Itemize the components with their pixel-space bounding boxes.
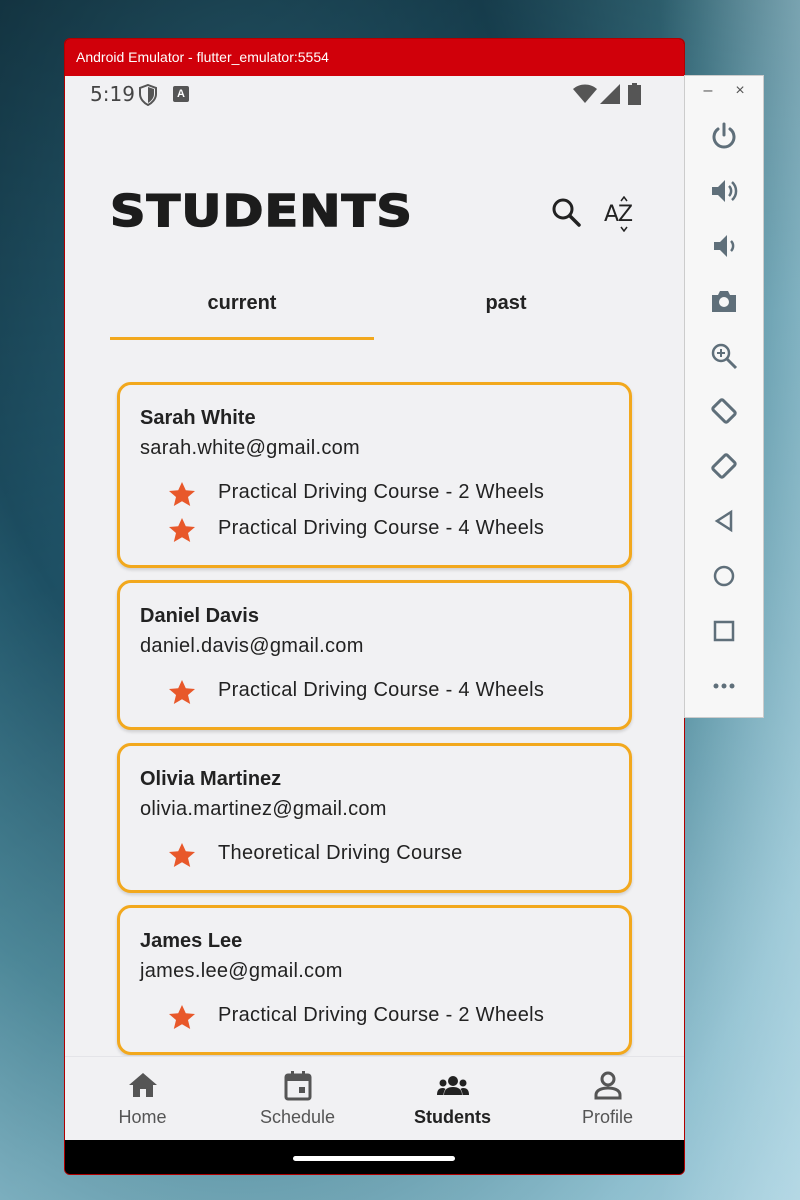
sort-arrow-icon	[620, 196, 628, 232]
more-icon[interactable]	[709, 671, 739, 701]
sort-button[interactable]: AZ	[602, 196, 638, 232]
toolbar-window-controls: – ×	[685, 76, 763, 112]
camera-icon[interactable]	[709, 286, 739, 316]
gesture-handle[interactable]	[293, 1156, 455, 1161]
power-icon[interactable]	[709, 121, 739, 151]
nav-students-label: Students	[413, 1107, 491, 1127]
nav-profile-label: Profile	[581, 1107, 634, 1127]
student-email: sarah.white@gmail.com	[140, 437, 361, 459]
star-icon	[169, 843, 195, 867]
tab-past[interactable]: past	[374, 281, 638, 339]
student-name: Olivia Martinez	[140, 768, 282, 790]
student-email: olivia.martinez@gmail.com	[140, 798, 387, 820]
wifi-icon	[573, 84, 597, 103]
star-icon	[169, 1005, 195, 1029]
close-button[interactable]: ×	[733, 82, 747, 102]
nav-profile[interactable]: Profile	[530, 1057, 684, 1140]
nav-students[interactable]: Students	[375, 1057, 530, 1140]
tab-indicator	[110, 337, 374, 340]
tab-current[interactable]: current	[110, 281, 374, 339]
zoom-icon[interactable]	[709, 341, 739, 371]
star-icon	[169, 518, 195, 542]
student-name: Sarah White	[140, 407, 256, 429]
star-icon	[169, 482, 195, 506]
nav-home-label: Home	[118, 1107, 167, 1127]
star-icon	[169, 680, 195, 704]
tab-bar: current past	[110, 281, 638, 340]
emulator-toolbar: – ×	[684, 75, 764, 718]
student-email: daniel.davis@gmail.com	[140, 635, 364, 657]
course-label: Theoretical Driving Course	[218, 842, 463, 864]
student-name: Daniel Davis	[140, 605, 259, 627]
battery-icon	[628, 83, 641, 105]
emulator-window: Android Emulator - flutter_emulator:5554…	[64, 38, 685, 1175]
nav-schedule[interactable]: Schedule	[220, 1057, 375, 1140]
student-card[interactable]: Sarah White sarah.white@gmail.com Practi…	[117, 382, 632, 568]
status-time: 5:19	[90, 82, 135, 106]
bottom-nav: Home Schedule Students Profile	[65, 1056, 684, 1140]
signal-icon	[600, 84, 620, 104]
group-icon	[437, 1076, 469, 1095]
student-list[interactable]: Sarah White sarah.white@gmail.com Practi…	[65, 376, 684, 1078]
overview-icon[interactable]	[709, 616, 739, 646]
gesture-bar-area	[65, 1140, 684, 1174]
rotate-left-icon[interactable]	[709, 396, 739, 426]
nav-schedule-label: Schedule	[259, 1107, 336, 1127]
back-icon[interactable]	[709, 506, 739, 536]
notification-a-icon: A	[173, 86, 189, 102]
course-label: Practical Driving Course - 4 Wheels	[218, 517, 545, 539]
nav-home[interactable]: Home	[65, 1057, 220, 1140]
student-card[interactable]: Daniel Davis daniel.davis@gmail.com Prac…	[117, 580, 632, 730]
student-email: james.lee@gmail.com	[140, 960, 343, 982]
page-title: STUDENTS	[109, 185, 414, 238]
person-icon	[594, 1071, 622, 1100]
course-label: Practical Driving Course - 2 Wheels	[218, 1004, 545, 1026]
rotate-right-icon[interactable]	[709, 451, 739, 481]
student-card[interactable]: James Lee james.lee@gmail.com Practical …	[117, 905, 632, 1055]
volume-down-icon[interactable]	[709, 231, 739, 261]
home-icon	[129, 1073, 157, 1097]
search-button[interactable]	[550, 196, 582, 228]
calendar-icon	[284, 1071, 312, 1101]
course-label: Practical Driving Course - 4 Wheels	[218, 679, 545, 701]
emulator-title[interactable]: Android Emulator - flutter_emulator:5554	[65, 39, 684, 76]
student-card[interactable]: Olivia Martinez olivia.martinez@gmail.co…	[117, 743, 632, 893]
search-icon	[552, 198, 581, 227]
status-bar: 5:19 A	[65, 76, 684, 114]
student-name: James Lee	[140, 930, 243, 952]
phone-screen: 5:19 A STUDENTS AZ current past Sarah Wh…	[65, 76, 684, 1140]
course-label: Practical Driving Course - 2 Wheels	[218, 481, 545, 503]
minimize-button[interactable]: –	[701, 82, 715, 102]
home-circle-icon[interactable]	[709, 561, 739, 591]
shield-icon	[139, 84, 157, 106]
volume-up-icon[interactable]	[709, 176, 739, 206]
